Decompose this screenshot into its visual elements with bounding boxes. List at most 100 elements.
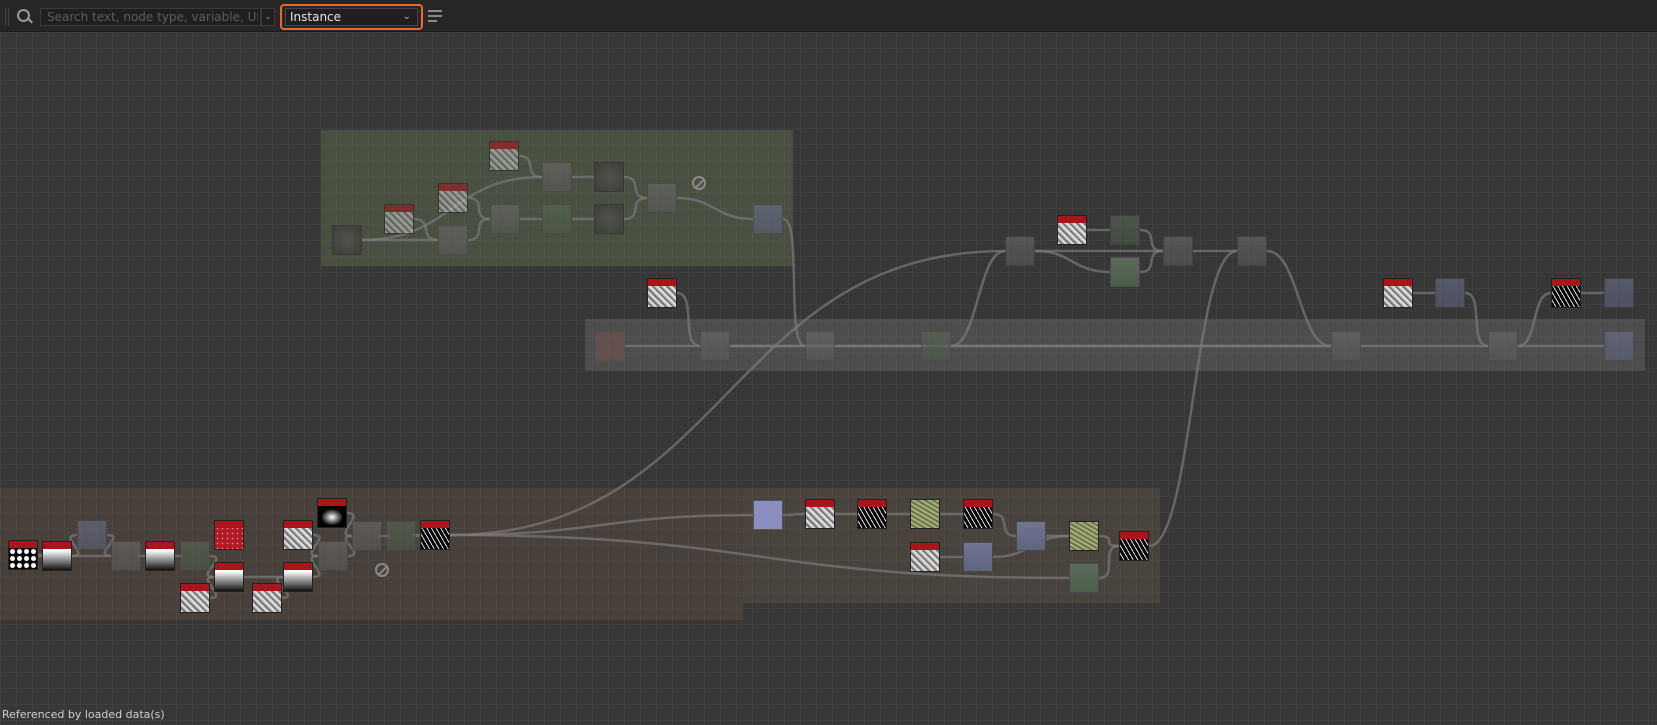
graph-node[interactable]	[420, 520, 450, 550]
graph-node[interactable]	[1604, 278, 1634, 308]
graph-node[interactable]	[252, 583, 282, 613]
filter-dropdown[interactable]: Instance ⌄	[280, 4, 423, 30]
graph-node[interactable]	[647, 278, 677, 308]
graph-node[interactable]	[753, 500, 783, 530]
graph-node[interactable]	[594, 204, 624, 234]
graph-node[interactable]	[1488, 331, 1518, 361]
graph-node[interactable]	[111, 541, 141, 571]
output-node-header	[1552, 279, 1580, 286]
graph-node[interactable]	[910, 499, 940, 529]
wire	[1098, 534, 1120, 548]
graph-canvas[interactable]: Referenced by loaded data(s)	[0, 32, 1657, 725]
graph-node[interactable]	[542, 162, 572, 192]
search-icon[interactable]	[17, 9, 30, 22]
graph-node[interactable]	[489, 141, 519, 171]
graph-node[interactable]	[1057, 215, 1087, 245]
wire	[518, 154, 543, 179]
wire	[950, 249, 1006, 348]
graph-node[interactable]	[647, 183, 677, 213]
filter-list-icon[interactable]	[428, 10, 442, 24]
output-node-header	[181, 584, 209, 591]
graph-node[interactable]	[805, 331, 835, 361]
output-node-header	[439, 184, 467, 191]
wire	[1034, 249, 1111, 274]
wire	[1266, 249, 1332, 348]
graph-node[interactable]	[214, 520, 244, 550]
wire	[1517, 291, 1552, 348]
graph-node[interactable]	[490, 204, 520, 234]
graph-node[interactable]	[595, 331, 625, 361]
wire	[1139, 228, 1164, 253]
graph-node[interactable]	[1110, 257, 1140, 287]
graph-node[interactable]	[1069, 521, 1099, 551]
toolbar-grip	[5, 8, 9, 26]
wire	[623, 196, 648, 221]
output-node-header	[858, 500, 886, 507]
wire	[1139, 249, 1164, 274]
wire	[1148, 249, 1238, 548]
output-node-header	[215, 563, 243, 570]
wire	[992, 512, 1017, 538]
output-node-header	[9, 541, 37, 548]
graph-node[interactable]	[542, 204, 572, 234]
graph-node[interactable]	[214, 562, 244, 592]
graph-node[interactable]	[753, 204, 783, 234]
graph-node[interactable]	[1110, 215, 1140, 245]
output-node-header	[911, 543, 939, 550]
graph-node[interactable]	[352, 521, 382, 551]
graph-node[interactable]	[8, 540, 38, 570]
graph-node[interactable]	[1016, 521, 1046, 551]
graph-node[interactable]	[594, 162, 624, 192]
graph-node[interactable]	[438, 183, 468, 213]
graph-node[interactable]	[1383, 278, 1413, 308]
graph-node[interactable]	[318, 541, 348, 571]
graph-node[interactable]	[921, 331, 951, 361]
graph-node[interactable]	[283, 520, 313, 550]
disabled-icon	[375, 563, 389, 577]
search-history-dropdown[interactable]: ⌄	[261, 8, 275, 26]
graph-toolbar: ⌄ Instance ⌄	[0, 0, 1657, 32]
graph-node[interactable]	[180, 583, 210, 613]
status-text: Referenced by loaded data(s)	[2, 708, 165, 721]
wire	[782, 512, 806, 517]
disabled-icon	[692, 176, 706, 190]
graph-node[interactable]	[332, 225, 362, 255]
output-node-header	[1058, 216, 1086, 223]
graph-node[interactable]	[1163, 236, 1193, 266]
output-node-header	[284, 563, 312, 570]
output-node-header	[648, 279, 676, 286]
graph-node[interactable]	[1005, 236, 1035, 266]
graph-node[interactable]	[42, 541, 72, 571]
graph-node[interactable]	[317, 498, 347, 528]
graph-node[interactable]	[1069, 563, 1099, 593]
graph-node[interactable]	[386, 521, 416, 551]
graph-node[interactable]	[1435, 278, 1465, 308]
output-node-header	[215, 521, 243, 528]
graph-node[interactable]	[805, 499, 835, 529]
graph-node[interactable]	[1237, 236, 1267, 266]
output-node-header	[43, 542, 71, 549]
graph-node[interactable]	[1604, 331, 1634, 361]
graph-node[interactable]	[1331, 331, 1361, 361]
graph-node[interactable]	[910, 542, 940, 572]
graph-node[interactable]	[857, 499, 887, 529]
chevron-down-icon: ⌄	[402, 11, 411, 22]
output-node-header	[253, 584, 281, 591]
graph-node[interactable]	[700, 331, 730, 361]
output-node-header	[284, 521, 312, 528]
graph-node[interactable]	[438, 225, 468, 255]
graph-node[interactable]	[180, 541, 210, 571]
graph-node[interactable]	[1551, 278, 1581, 308]
wire	[676, 196, 754, 221]
graph-node[interactable]	[1119, 531, 1149, 561]
graph-node[interactable]	[963, 542, 993, 572]
wire	[449, 249, 1006, 537]
output-node-header	[806, 500, 834, 507]
graph-node[interactable]	[963, 499, 993, 529]
graph-node[interactable]	[145, 541, 175, 571]
output-node-header	[318, 499, 346, 506]
graph-node[interactable]	[77, 520, 107, 550]
search-input[interactable]	[40, 8, 261, 26]
graph-node[interactable]	[384, 204, 414, 234]
graph-node[interactable]	[283, 562, 313, 592]
